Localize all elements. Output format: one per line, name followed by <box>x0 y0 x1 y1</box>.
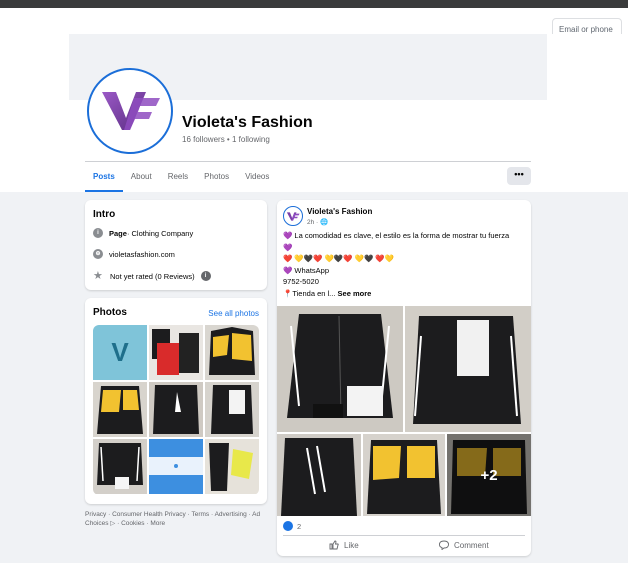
post-line: 📍Tienda en l... See more <box>283 288 372 298</box>
footer-link-more[interactable]: More <box>150 520 165 527</box>
follower-stats: 16 followers • 1 following <box>182 135 270 144</box>
tab-reels[interactable]: Reels <box>160 162 196 192</box>
thumbs-up-icon <box>329 540 339 550</box>
website-link[interactable]: violetasfashion.com <box>109 250 175 259</box>
post-photo[interactable] <box>363 434 445 516</box>
globe-icon: 🌐 <box>320 219 329 226</box>
post-photos: +2 <box>277 306 531 516</box>
comment-button[interactable]: Comment <box>439 540 489 550</box>
footer-link-cookies[interactable]: Cookies <box>121 520 144 527</box>
photos-grid: V <box>93 325 259 495</box>
like-reaction-icon <box>283 521 293 531</box>
photo-thumbnail[interactable] <box>205 382 259 437</box>
intro-category-row: i Page · Clothing Company <box>93 228 193 238</box>
post-author[interactable]: Violeta's Fashion <box>307 207 372 216</box>
comment-label: Comment <box>454 540 489 550</box>
tab-posts[interactable]: Posts <box>85 162 123 192</box>
tab-photos[interactable]: Photos <box>196 162 237 192</box>
post-text: 💜 La comodidad es clave, el estilo es la… <box>283 230 527 299</box>
photo-thumbnail[interactable] <box>205 439 259 494</box>
profile-header: Violeta's Fashion 16 followers • 1 follo… <box>0 34 628 192</box>
tab-videos[interactable]: Videos <box>237 162 277 192</box>
info-icon[interactable]: i <box>200 271 211 281</box>
footer-link-terms[interactable]: Terms <box>191 511 209 518</box>
post-card: Violeta's Fashion 2h · 🌐 💜 La comodidad … <box>277 200 531 556</box>
photo-thumbnail[interactable] <box>149 382 203 437</box>
photos-title: Photos <box>93 307 127 318</box>
post-timestamp[interactable]: 2h · 🌐 <box>307 218 328 226</box>
page-footer: Privacy · Consumer Health Privacy · Term… <box>85 511 261 527</box>
page-title: Violeta's Fashion <box>182 114 313 131</box>
post-photo[interactable] <box>277 306 403 432</box>
browser-top-bar <box>0 0 628 8</box>
photo-thumbnail[interactable]: V <box>93 325 147 380</box>
intro-title: Intro <box>93 209 116 220</box>
category-prefix: Page <box>109 228 127 238</box>
post-photo[interactable] <box>405 306 531 432</box>
photo-thumbnail[interactable] <box>93 439 147 494</box>
post-line: 💜 WhatsApp <box>283 265 330 275</box>
photo-thumbnail[interactable] <box>205 325 259 380</box>
post-avatar[interactable] <box>283 206 303 226</box>
see-all-photos-link[interactable]: See all photos <box>208 309 259 318</box>
post-divider <box>283 535 525 536</box>
photo-thumbnail[interactable] <box>149 325 203 380</box>
logo-letter: V <box>111 337 129 367</box>
photo-thumbnail[interactable] <box>149 439 203 494</box>
vf-logo-icon <box>102 92 160 130</box>
profile-avatar[interactable] <box>87 68 173 154</box>
footer-link-health-privacy[interactable]: Consumer Health Privacy <box>112 511 186 518</box>
more-options-button[interactable]: ••• <box>507 167 531 185</box>
post-photo[interactable] <box>277 434 361 516</box>
rating-text: Not yet rated (0 Reviews) <box>110 271 195 281</box>
more-photos-overlay[interactable]: +2 <box>447 434 531 516</box>
post-line: 💜 La comodidad es clave, el estilo es la… <box>283 231 510 240</box>
star-icon: ★ <box>93 270 103 282</box>
post-line: 💜 <box>283 242 293 252</box>
comment-icon <box>439 540 449 550</box>
category-text: · Clothing Company <box>126 228 194 238</box>
intro-rating-row: ★ Not yet rated (0 Reviews) i <box>93 270 211 282</box>
reaction-summary[interactable]: 2 <box>283 521 301 531</box>
photos-card: Photos See all photos V <box>85 298 267 504</box>
intro-card: Intro i Page · Clothing Company ⊕ violet… <box>85 200 267 290</box>
footer-link-advertising[interactable]: Advertising <box>215 511 247 518</box>
globe-icon: ⊕ <box>93 249 103 259</box>
post-line: ❤️ 💛🖤❤️ 💛🖤❤️ 💛🖤 ❤️💛 <box>283 254 395 263</box>
tab-about[interactable]: About <box>123 162 160 192</box>
footer-link-privacy[interactable]: Privacy <box>85 511 106 518</box>
reaction-count: 2 <box>297 521 302 531</box>
page-header: Email or phone <box>0 8 628 40</box>
profile-tabs: Posts About Reels Photos Videos <box>85 162 277 192</box>
vf-logo-icon <box>286 211 300 221</box>
post-line: 9752-5020 <box>283 277 319 286</box>
like-button[interactable]: Like <box>329 540 359 550</box>
post-photo[interactable]: +2 <box>447 434 531 516</box>
see-more-link[interactable]: See more <box>338 289 372 298</box>
intro-website-row: ⊕ violetasfashion.com <box>93 249 175 259</box>
info-icon: i <box>93 228 103 238</box>
following-count[interactable]: 1 following <box>232 135 270 144</box>
photo-thumbnail[interactable] <box>93 382 147 437</box>
like-label: Like <box>344 540 359 550</box>
followers-count[interactable]: 16 followers <box>182 135 225 144</box>
